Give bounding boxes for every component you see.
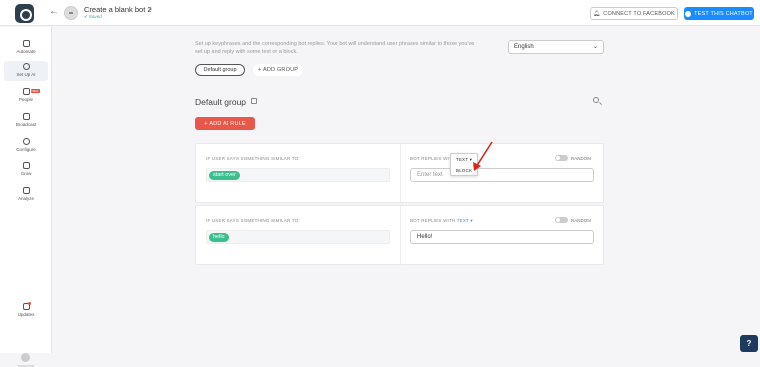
add-group-label: ADD GROUP xyxy=(263,67,299,73)
sidebar-item-updates[interactable]: Updates xyxy=(4,301,48,321)
bot-replies-text: BOT REPLIES WITH xyxy=(410,218,456,223)
random-label: RANDOM xyxy=(571,217,591,223)
page-description: Set up keyphrases and the corresponding … xyxy=(195,41,475,55)
automate-icon xyxy=(22,40,30,47)
search-icon[interactable] xyxy=(593,97,599,103)
sidebar-item-label: Configure xyxy=(16,147,36,152)
toggle-switch[interactable] xyxy=(555,155,568,161)
saved-status: ✔ Saved xyxy=(84,14,102,19)
user-phrase-field[interactable]: start over xyxy=(206,168,390,182)
language-select[interactable]: English ⌄ xyxy=(508,40,604,54)
reply-text-input[interactable]: Enter text xyxy=(410,168,594,182)
sidebar-item-label: Updates xyxy=(17,312,35,317)
connect-facebook-label: CONNECT TO FACEBOOK xyxy=(603,10,675,17)
bot-title[interactable]: Create a blank bot 2 xyxy=(84,5,152,14)
sidebar-item-label: Set Up AI xyxy=(16,72,36,77)
sidebar-item-label: People xyxy=(18,97,33,102)
broadcast-icon xyxy=(22,113,30,120)
sidebar-item-set-up-ai[interactable]: Set Up AI xyxy=(4,61,48,81)
top-bar: ← Create a blank bot 2 ⌄ ✔ Saved 🔔︎ CONN… xyxy=(0,0,760,26)
reply-type-selector[interactable]: TEXT ▾ xyxy=(457,218,473,223)
gear-icon xyxy=(22,138,30,145)
add-ai-rule-button[interactable]: + ADD AI RULE xyxy=(195,117,255,130)
bot-replies-label: BOT REPLIES WITH TEXT ▾ xyxy=(410,218,473,224)
dropdown-option-block[interactable]: BLOCK xyxy=(456,168,472,173)
sidebar-item-label: Analyze xyxy=(17,196,34,201)
help-button[interactable]: ? xyxy=(740,335,758,352)
reply-type-dropdown: TEXT ▾ BLOCK xyxy=(450,153,478,176)
back-arrow-icon[interactable]: ← xyxy=(49,6,59,17)
sidebar-item-label: Grow xyxy=(20,171,32,176)
notification-dot xyxy=(27,302,31,305)
add-ai-rule-label: ADD AI RULE xyxy=(209,120,246,127)
if-user-says-label: IF USER SAYS SOMETHING SIMILAR TO: xyxy=(206,218,300,223)
grow-icon xyxy=(22,162,30,169)
new-badge: NEW xyxy=(30,89,40,93)
divider xyxy=(400,144,401,204)
connect-facebook-button[interactable]: 🔔︎ CONNECT TO FACEBOOK xyxy=(590,7,678,20)
ai-icon xyxy=(22,63,30,70)
user-phrase-field[interactable]: hello xyxy=(206,230,390,244)
sidebar: Automate Set Up AI NEW People Broadcast … xyxy=(0,27,52,367)
chevron-down-icon[interactable]: ⌄ xyxy=(148,5,153,12)
chevron-down-icon: ⌄ xyxy=(592,44,598,50)
random-toggle[interactable]: RANDOM xyxy=(555,217,591,223)
language-value: English xyxy=(514,44,534,50)
option-label: TEXT xyxy=(456,157,469,162)
phrase-chip[interactable]: hello xyxy=(209,233,229,242)
if-user-says-label: IF USER SAYS SOMETHING SIMILAR TO: xyxy=(206,156,300,161)
group-title: Default group xyxy=(195,97,247,107)
dropdown-option-text[interactable]: TEXT ▾ xyxy=(456,157,472,163)
reply-text-input[interactable]: Hello! xyxy=(410,230,594,244)
user-avatar[interactable] xyxy=(21,353,30,362)
toggle-switch[interactable] xyxy=(555,217,568,223)
test-chatbot-button[interactable]: TEST THIS CHATBOT xyxy=(684,7,754,20)
reply-placeholder: Enter text xyxy=(417,172,443,178)
ai-rule-card: IF USER SAYS SOMETHING SIMILAR TO: start… xyxy=(195,143,604,204)
group-chip-default[interactable]: Default group xyxy=(195,64,245,76)
test-chatbot-label: TEST THIS CHATBOT xyxy=(694,10,753,17)
app-logo-icon[interactable] xyxy=(15,4,34,23)
sidebar-item-label: Automate xyxy=(16,49,36,54)
reply-type-label: TEXT xyxy=(456,218,469,223)
add-group-button[interactable]: + ADD GROUP xyxy=(253,64,303,76)
chart-icon xyxy=(22,187,30,194)
sidebar-item-grow[interactable]: Grow xyxy=(4,160,48,180)
updates-icon xyxy=(22,302,31,310)
ai-rule-card: IF USER SAYS SOMETHING SIMILAR TO: hello… xyxy=(195,205,604,266)
bell-icon: 🔔︎ xyxy=(593,10,601,17)
people-icon: NEW xyxy=(22,88,40,95)
bot-replies-label: BOT REPLIES WITH xyxy=(410,156,455,161)
copy-icon[interactable] xyxy=(251,98,257,104)
sidebar-item-configure[interactable]: Configure xyxy=(4,136,48,156)
messenger-icon xyxy=(685,10,692,17)
sidebar-item-label: Broadcast xyxy=(15,122,37,127)
sidebar-item-people[interactable]: NEW People xyxy=(4,86,48,106)
sidebar-item-analyze[interactable]: Analyze xyxy=(4,185,48,205)
bot-replies-text: BOT REPLIES WITH xyxy=(410,156,456,161)
random-label: RANDOM xyxy=(571,155,591,161)
saved-label: Saved xyxy=(89,14,102,19)
phrase-chip[interactable]: start over xyxy=(209,171,240,180)
sidebar-item-automate[interactable]: Automate xyxy=(4,38,48,58)
divider xyxy=(400,206,401,266)
bot-avatar xyxy=(64,6,78,20)
random-toggle[interactable]: RANDOM xyxy=(555,155,591,161)
reply-value: Hello! xyxy=(417,234,433,240)
question-icon: ? xyxy=(746,339,752,348)
sidebar-item-broadcast[interactable]: Broadcast xyxy=(4,111,48,131)
